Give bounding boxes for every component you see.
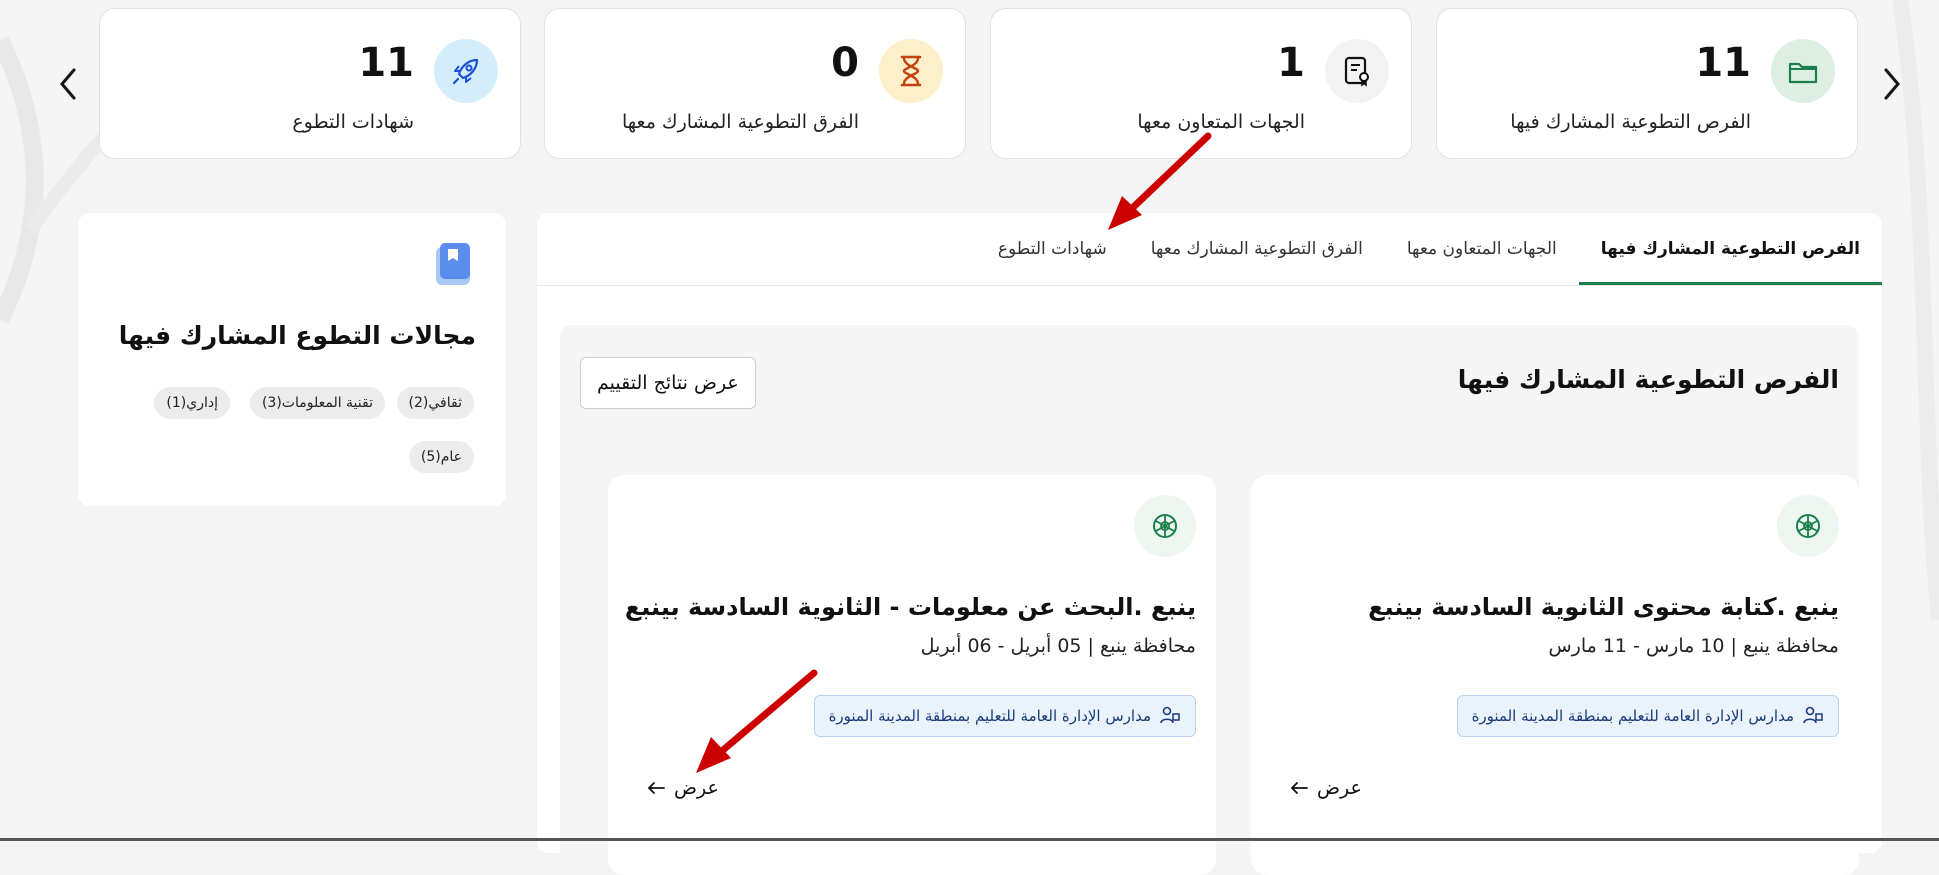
hourglass-icon: [879, 39, 943, 103]
certificate-icon: [1325, 39, 1389, 103]
opportunity-meta: محافظة ينبع | 05 أبريل - 06 أبريل: [920, 635, 1196, 657]
stat-value: 11: [1695, 40, 1751, 86]
organization-badge: مدارس الإدارة العامة للتعليم بمنطقة المد…: [1456, 695, 1839, 737]
panel-title: مجالات التطوع المشارك فيها: [118, 321, 476, 350]
field-chip: تقنية المعلومات(3): [249, 387, 385, 419]
opportunities-section: الفرص التطوعية المشارك فيها عرض نتائج ال…: [560, 325, 1859, 875]
arrow-left-icon: [1290, 782, 1308, 794]
rocket-icon: [434, 39, 498, 103]
tab-bar: الفرص التطوعية المشارك فيها الجهات المتع…: [537, 213, 1882, 286]
tab-teams[interactable]: الفرق التطوعية المشارك معها: [1129, 213, 1385, 285]
organization-name: مدارس الإدارة العامة للتعليم بمنطقة المد…: [828, 707, 1151, 725]
opportunity-card: ينبع .البحث عن معلومات - الثانوية السادس…: [608, 475, 1216, 875]
tab-certificates[interactable]: شهادات التطوع: [976, 213, 1129, 285]
opportunity-title: ينبع .البحث عن معلومات - الثانوية السادس…: [624, 593, 1196, 621]
main-panel: الفرص التطوعية المشارك فيها الجهات المتع…: [537, 213, 1882, 875]
stat-value: 11: [358, 40, 414, 86]
organization-badge: مدارس الإدارة العامة للتعليم بمنطقة المد…: [813, 695, 1196, 737]
tab-opportunities[interactable]: الفرص التطوعية المشارك فيها: [1578, 213, 1882, 285]
stat-card-teams: 0 الفرق التطوعية المشارك معها: [544, 8, 966, 159]
stat-label: الفرص التطوعية المشارك فيها: [1510, 111, 1751, 133]
chevron-left-icon: [60, 68, 76, 100]
bookmark-icon: [432, 241, 476, 293]
view-link-label: عرض: [1317, 777, 1362, 799]
opportunity-title: ينبع .كتابة محتوى الثانوية السادسة بينبع: [1368, 593, 1839, 621]
users-icon: [1803, 706, 1823, 724]
folder-icon: [1771, 39, 1835, 103]
carousel-next-button[interactable]: [1872, 64, 1912, 104]
stat-label: شهادات التطوع: [292, 111, 414, 133]
tab-partners[interactable]: الجهات المتعاون معها: [1385, 213, 1579, 285]
stat-card-partners: 1 الجهات المتعاون معها: [990, 8, 1412, 159]
opportunity-meta: محافظة ينبع | 10 مارس - 11 مارس: [1548, 635, 1839, 657]
stat-label: الجهات المتعاون معها: [1137, 111, 1305, 133]
network-icon: [1777, 495, 1839, 557]
volunteering-fields-panel: مجالات التطوع المشارك فيها ثقافي(2) تقني…: [78, 213, 506, 506]
view-link-label: عرض: [674, 777, 719, 799]
arrow-left-icon: [647, 782, 665, 794]
field-chip: إداري(1): [154, 387, 230, 419]
users-icon: [1160, 706, 1180, 724]
stat-value: 0: [831, 40, 859, 86]
network-icon: [1134, 495, 1196, 557]
view-evaluation-results-button[interactable]: عرض نتائج التقييم: [580, 357, 756, 409]
field-chip: عام(5): [408, 441, 474, 473]
chevron-right-icon: [1884, 68, 1900, 100]
view-opportunity-link[interactable]: عرض: [646, 777, 719, 799]
stat-card-opportunities: 11 الفرص التطوعية المشارك فيها: [1436, 8, 1858, 159]
opportunity-card: ينبع .كتابة محتوى الثانوية السادسة بينبع…: [1251, 475, 1859, 875]
organization-name: مدارس الإدارة العامة للتعليم بمنطقة المد…: [1471, 707, 1794, 725]
stat-card-certificates: 11 شهادات التطوع: [99, 8, 521, 159]
field-chip: ثقافي(2): [396, 387, 474, 419]
section-title: الفرص التطوعية المشارك فيها: [1457, 365, 1839, 394]
view-opportunity-link[interactable]: عرض: [1289, 777, 1362, 799]
stat-value: 1: [1277, 40, 1305, 86]
carousel-prev-button[interactable]: [48, 64, 88, 104]
stat-label: الفرق التطوعية المشارك معها: [622, 111, 859, 133]
